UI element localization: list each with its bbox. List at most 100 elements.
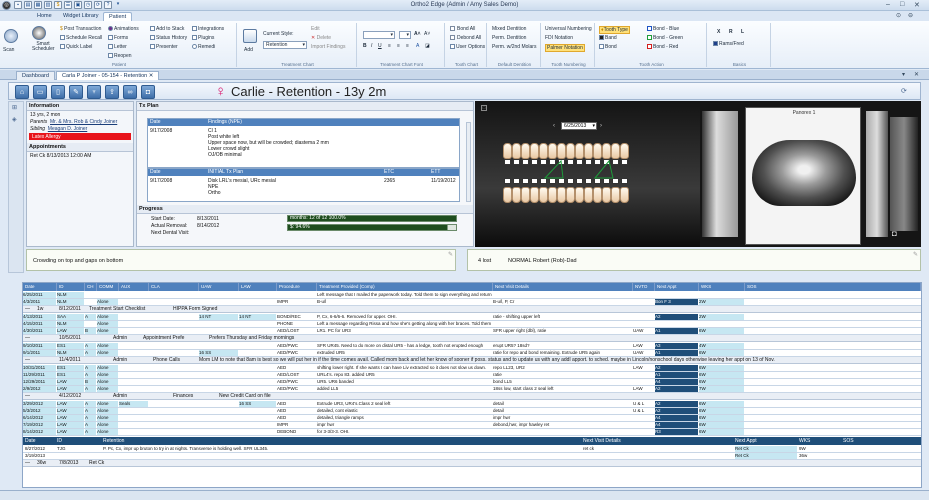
maximize-icon[interactable]: □ (900, 1, 904, 8)
table-row[interactable]: 9/10/2011 ES1 A Alone AED/PWC SFR UR45. Need … (23, 343, 921, 350)
edit-note-icon[interactable]: ✎ (448, 251, 453, 258)
edit-note-icon[interactable]: ✎ (913, 251, 918, 258)
minimize-icon[interactable]: – (886, 1, 890, 8)
table-row[interactable]: 8/14/2012 LAW A Alone DEBOND for 3-3/3-3. OHI… (23, 429, 921, 436)
presenter-button[interactable]: Presenter (150, 44, 178, 50)
status-history-button[interactable]: Status History (150, 35, 187, 41)
quick-label-button[interactable]: Quick Label (60, 44, 92, 50)
table-row[interactable]: 4/3/2011 NLM Alone IMPR B-u/l B-u/l, P, Cr Bon… (23, 299, 921, 306)
align-left-icon[interactable]: ≡ (388, 43, 391, 49)
ribbon-collapse-icon[interactable]: ⊖ (908, 12, 913, 19)
palmer-notation-option[interactable]: Palmer Notation (545, 44, 585, 52)
smart-scheduler-button[interactable]: Smart Scheduler (32, 42, 55, 52)
animations-button[interactable]: Animations (108, 26, 139, 32)
bold-icon[interactable]: B (363, 43, 367, 49)
shrink-font-icon[interactable]: A˅ (424, 31, 430, 37)
mixed-dentition-option[interactable]: Mixed Dentition (492, 26, 526, 32)
column-header[interactable]: ID (57, 437, 62, 445)
font-color-icon[interactable]: A (416, 43, 419, 49)
parents-link[interactable]: Mr. & Mrs. Rob & Cindy Joiner (50, 119, 117, 125)
tab-patient[interactable]: Patient (103, 12, 133, 21)
expand-icon[interactable]: — (25, 306, 30, 312)
upload-icon[interactable]: ⇪ (105, 85, 119, 99)
add-to-stack-button[interactable]: Add to Stack (150, 26, 184, 32)
tab-home[interactable]: Home (32, 12, 57, 21)
bond-option[interactable]: Bond (599, 44, 617, 50)
camera-icon[interactable]: ◘ (892, 229, 897, 238)
xray-image[interactable]: Panorex 1 (745, 107, 861, 245)
bond-blue-option[interactable]: Bond - Blue (647, 26, 679, 32)
link-icon[interactable]: ∞ (123, 85, 137, 99)
table-row[interactable]: 2/9/2012 LAW A Alone AED/PWC added LL5 18ss lo… (23, 386, 921, 393)
letter-button[interactable]: Letter (108, 44, 127, 50)
column-header[interactable]: NVTO (633, 283, 655, 291)
column-header[interactable]: CLA (149, 283, 199, 291)
add-chart-icon[interactable] (243, 29, 257, 43)
rams-fred-option[interactable]: Rams/Fred (713, 41, 744, 47)
align-center-icon[interactable]: ≡ (397, 43, 400, 49)
perm-dentition-option[interactable]: Perm. Dentition (492, 35, 526, 41)
column-header[interactable]: Retention (103, 437, 124, 445)
table-row[interactable]: 7/19/2012 LAW A Alone IMPR impr hwr debond,hwr… (23, 422, 921, 429)
close-tab-icon[interactable]: ✕ (149, 73, 154, 79)
post-transaction-button[interactable]: $ Post Transaction (60, 26, 101, 32)
scan-icon[interactable] (4, 29, 18, 43)
current-style-select[interactable]: Retention ▾ (263, 41, 307, 49)
column-header[interactable]: Treatment Provided (Comp) (317, 283, 493, 291)
column-header[interactable]: SOS (745, 283, 921, 291)
tab-dashboard[interactable]: Dashboard (16, 71, 55, 80)
close-document-icon[interactable]: ✕ (914, 71, 919, 78)
group-band[interactable]: — 1w 8/12/2011 Treatment Start Checklist HIP… (23, 306, 921, 313)
band-option[interactable]: Band (599, 35, 617, 41)
notes-right[interactable]: 4 lost NORMAL Robert (Rob)-Dad ✎ (467, 249, 921, 271)
tooth-nav-icon[interactable]: ♆ (87, 85, 101, 99)
sibling-link[interactable]: Meagan D. Joiner (48, 126, 87, 132)
font-name-select[interactable]: ▾ (363, 31, 395, 39)
highlight-icon[interactable]: ◪ (425, 43, 430, 49)
column-header[interactable]: WKS (699, 283, 745, 291)
group-band[interactable]: — 4/12/2012 Admin Finances New Credit Card o… (23, 393, 921, 400)
universal-numbering-option[interactable]: Universal Numbering (545, 26, 592, 32)
debond-all-checkbox[interactable]: Debond All (450, 35, 481, 41)
tab-widget-library[interactable]: Widget Library (58, 12, 103, 21)
column-header[interactable]: CH (85, 283, 97, 291)
group-band[interactable]: — 10/5/2011 Admin Appointment Prefe Prefers … (23, 335, 921, 342)
ribbon-help-icon[interactable]: ⊙ (896, 12, 901, 19)
bond-all-checkbox[interactable]: Bond All (450, 26, 475, 32)
column-header[interactable]: Date (25, 437, 36, 445)
column-header[interactable]: Next Appt (655, 283, 699, 291)
bond-red-option[interactable]: Bond - Red (647, 44, 678, 50)
table-row[interactable]: 3/19/2013 Ret Ck 36w (23, 453, 921, 460)
column-header[interactable]: Next Visit Details (583, 437, 621, 445)
grow-font-icon[interactable]: A˄ (414, 31, 421, 37)
bond-green-option[interactable]: Bond - Green (647, 35, 683, 41)
smart-scheduler-icon[interactable] (32, 26, 46, 40)
basic-l-button[interactable]: L (741, 29, 744, 35)
camera-icon[interactable]: ◘ (141, 85, 155, 99)
tooth-chart-expand-icon[interactable]: □ (481, 105, 487, 111)
tab-list-icon[interactable]: ▾ (902, 71, 905, 78)
delete-button[interactable]: ✕ Delete (311, 35, 331, 41)
group-band[interactable]: — 36w 7/8/2013 Ret Ck (23, 460, 921, 467)
schedule-recall-button[interactable]: Schedule Recall (60, 35, 102, 41)
folder-icon[interactable]: ▭ (33, 85, 47, 99)
tooth-type-option[interactable]: ♦Tooth Type (599, 26, 630, 34)
expand-icon[interactable]: — (25, 393, 30, 399)
column-header[interactable]: LAW (239, 283, 277, 291)
remedi-button[interactable]: Remedi (192, 44, 215, 50)
edit-button[interactable]: Edit (311, 26, 320, 32)
expand-icon[interactable]: — (25, 357, 30, 363)
scan-button[interactable]: Scan (3, 47, 14, 53)
table-row[interactable]: 9/1/2011 NLM A Alone 16 SS AED/PWC extruded UR… (23, 350, 921, 357)
tab-patient-record[interactable]: Carla P Joiner - 05-154 - Retention ✕ (56, 71, 160, 80)
document-icon[interactable]: ▯ (51, 85, 65, 99)
integrations-button[interactable]: Integrations (192, 26, 224, 32)
table-row[interactable]: 4/30/2011 LAW B Alone AED/LOST LR1. PC for UR… (23, 328, 921, 335)
align-right-icon[interactable]: ≡ (406, 43, 409, 49)
column-header[interactable]: ID (57, 283, 85, 291)
forms-button[interactable]: Forms (108, 35, 128, 41)
group-band[interactable]: — 11/4/2011 Admin Phone Calls Mom LM to note… (23, 357, 921, 364)
perm-2nd-molars-option[interactable]: Perm. w/2nd Molars (492, 44, 536, 50)
image-thumb-left[interactable] (702, 111, 738, 237)
table-row[interactable]: 3/29/2012 LAW A Alone Seals 16 SS AED Extrude U… (23, 401, 921, 408)
